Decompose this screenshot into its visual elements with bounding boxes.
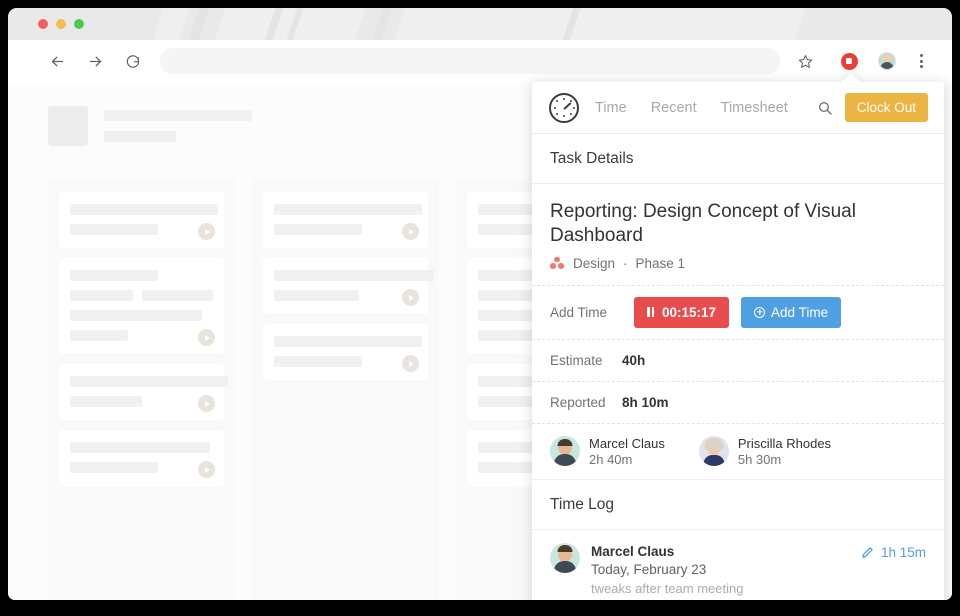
panel-navbar: Time Recent Timesheet Clock Out [532, 82, 944, 134]
tab-time[interactable]: Time [595, 100, 639, 116]
project-dots-icon [550, 256, 565, 270]
skeleton-avatar [48, 106, 88, 146]
forward-arrow-icon[interactable] [80, 46, 110, 76]
back-arrow-icon[interactable] [42, 46, 72, 76]
marcel-avatar [550, 542, 580, 573]
running-timer-button[interactable]: 00:15:17 [634, 296, 730, 328]
start-timer-icon[interactable] [198, 395, 215, 412]
contributor-time: 5h 30m [737, 451, 782, 467]
skeleton-bar [104, 110, 252, 121]
browser-toolbar [8, 40, 952, 82]
estimate-value[interactable]: 40h [622, 353, 645, 368]
kanban-column [48, 178, 235, 600]
task-card[interactable] [263, 258, 434, 314]
search-icon[interactable] [817, 100, 833, 116]
contributor-time: 2h 40m [589, 451, 633, 467]
tab-ghost [394, 8, 806, 40]
profile-avatar-icon[interactable] [872, 46, 902, 76]
estimate-row: Estimate 40h [532, 340, 944, 382]
tab-recent[interactable]: Recent [639, 100, 709, 116]
pencil-icon [862, 546, 873, 558]
estimate-label: Estimate [550, 352, 603, 368]
reload-icon[interactable] [118, 46, 148, 76]
log-entry-amount: 1h 15m [880, 544, 926, 560]
task-card[interactable] [59, 364, 228, 420]
task-project-label[interactable]: Design [573, 256, 615, 271]
contributor[interactable]: Priscilla Rhodes 5h 30m [698, 435, 832, 467]
maximize-window-button[interactable] [74, 19, 84, 29]
contributor-name: Priscilla Rhodes [737, 435, 832, 451]
reported-row: Reported 8h 10m [532, 382, 944, 424]
task-summary: Reporting: Design Concept of Visual Dash… [532, 184, 944, 286]
marcel-avatar [550, 436, 580, 467]
tab-ghost [188, 8, 210, 40]
start-timer-icon[interactable] [198, 329, 215, 346]
page-skeleton-header [48, 106, 252, 146]
time-log-entry[interactable]: Marcel Claus Today, February 23 tweaks a… [532, 530, 944, 600]
task-card[interactable] [59, 258, 224, 354]
star-icon[interactable] [790, 46, 820, 76]
screenshot-stage: Time Recent Timesheet Clock Out Task Det… [0, 0, 960, 616]
start-timer-icon[interactable] [198, 223, 215, 240]
tab-timesheet[interactable]: Timesheet [709, 100, 800, 116]
task-meta-separator: · [623, 255, 628, 271]
kebab-menu-icon[interactable] [906, 46, 936, 76]
reported-value: 8h 10m [622, 394, 669, 410]
pause-icon [647, 307, 654, 318]
log-entry-date: Today, February 23 [591, 561, 707, 577]
skeleton-bar [104, 131, 176, 142]
tab-ghost [302, 8, 366, 40]
start-timer-icon[interactable] [402, 223, 419, 240]
clock-out-button[interactable]: Clock Out [844, 93, 928, 122]
task-card[interactable] [59, 192, 224, 248]
add-time-row: Add Time 00:15:17 Add Time [532, 286, 944, 340]
contributor-name: Marcel Claus [589, 435, 665, 451]
browser-window: Time Recent Timesheet Clock Out Task Det… [8, 8, 952, 600]
panel-pointer-caret [840, 73, 862, 83]
stop-recording-icon[interactable] [834, 46, 864, 76]
task-card[interactable] [59, 430, 224, 486]
timer-value: 00:15:17 [662, 304, 717, 320]
start-timer-icon[interactable] [402, 355, 419, 372]
priscilla-avatar [698, 436, 729, 467]
add-time-button-label: Add Time [771, 304, 829, 320]
add-time-button[interactable]: Add Time [741, 296, 842, 328]
plus-circle-icon [754, 306, 766, 318]
minimize-window-button[interactable] [56, 19, 66, 29]
tab-ghost [372, 8, 393, 40]
kanban-column [252, 178, 439, 600]
time-log-title: Time Log [532, 480, 944, 530]
reported-label: Reported [550, 394, 606, 410]
tab-ghost [152, 8, 190, 40]
task-phase-label[interactable]: Phase 1 [636, 256, 686, 271]
contributors-row: Marcel Claus 2h 40m Priscilla Rhodes 5h … [532, 424, 944, 480]
contributor[interactable]: Marcel Claus 2h 40m [550, 436, 665, 467]
task-card[interactable] [263, 192, 428, 248]
start-timer-icon[interactable] [402, 289, 419, 306]
log-entry-amount-editable[interactable]: 1h 15m [861, 543, 926, 560]
browser-title-bar [8, 8, 952, 40]
close-window-button[interactable] [38, 19, 48, 29]
log-entry-note: tweaks after team meeting [591, 580, 744, 596]
task-card[interactable] [263, 324, 428, 380]
stopwatch-logo-icon[interactable] [549, 92, 579, 123]
add-time-label: Add Time [550, 304, 608, 320]
panel-section-title: Task Details [532, 134, 944, 184]
start-timer-icon[interactable] [198, 461, 215, 478]
address-bar[interactable] [160, 48, 780, 74]
task-title: Reporting: Design Concept of Visual Dash… [550, 201, 856, 247]
task-meta: Design · Phase 1 [550, 256, 926, 271]
window-controls[interactable] [38, 19, 84, 29]
time-tracker-panel: Time Recent Timesheet Clock Out Task Det… [532, 82, 944, 600]
log-entry-name: Marcel Claus [591, 543, 675, 559]
